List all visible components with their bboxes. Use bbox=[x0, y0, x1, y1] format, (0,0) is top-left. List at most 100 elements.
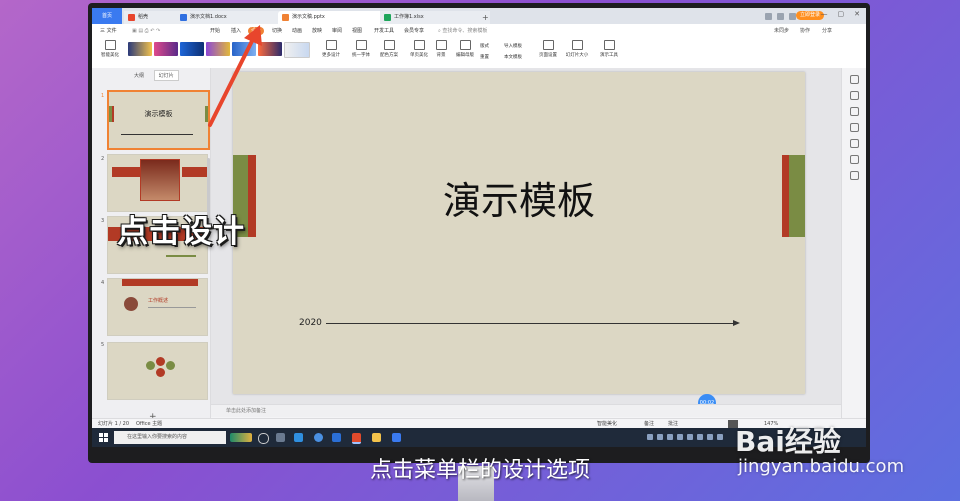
baidu-watermark-logo: Bai经验 bbox=[735, 425, 841, 458]
label: 单页美化 bbox=[410, 53, 428, 58]
windows-start-icon[interactable] bbox=[99, 433, 108, 442]
label: 配色方案 bbox=[380, 53, 398, 58]
help-icon[interactable] bbox=[850, 139, 859, 148]
chrome-icon[interactable] bbox=[314, 433, 323, 442]
tray-icon[interactable] bbox=[647, 434, 653, 440]
menu-slideshow[interactable]: 放映 bbox=[312, 27, 322, 35]
wps-icon[interactable] bbox=[352, 433, 361, 444]
format-button[interactable]: 版式 bbox=[480, 43, 489, 49]
store-icon[interactable] bbox=[332, 433, 341, 442]
right-toolbar bbox=[841, 68, 866, 418]
tab-label: 稻壳 bbox=[138, 14, 149, 20]
single-page-beautify-button[interactable]: 单页美化 bbox=[406, 40, 432, 58]
tab-excel-doc[interactable]: 工作簿1.xlsx bbox=[380, 11, 490, 24]
slide-thumb-4[interactable]: 工作概述 bbox=[107, 278, 208, 336]
app-icon[interactable] bbox=[392, 433, 401, 442]
tray-icon[interactable] bbox=[677, 434, 683, 440]
share-button[interactable]: 分享 bbox=[822, 27, 832, 35]
reset-button[interactable]: 重置 bbox=[480, 54, 489, 60]
new-tab-button[interactable]: + bbox=[482, 11, 492, 24]
cortana-icon[interactable] bbox=[258, 433, 269, 444]
avatar[interactable] bbox=[789, 12, 796, 20]
label: 智能美化 bbox=[101, 53, 119, 58]
tab-ppt-doc[interactable]: 演示文稿.pptx bbox=[278, 11, 388, 24]
presentation-tools-button[interactable]: 演示工具 bbox=[596, 40, 622, 58]
slide-year[interactable]: 2020 bbox=[299, 318, 322, 328]
close-button[interactable]: ✕ bbox=[854, 10, 860, 18]
timeline-line bbox=[326, 323, 738, 324]
edge-icon[interactable] bbox=[294, 433, 303, 442]
command-search[interactable]: ⌕ 查找命令、搜索模板 bbox=[438, 27, 487, 35]
thumb-photo bbox=[140, 159, 180, 201]
excel-icon bbox=[384, 14, 391, 21]
current-slide[interactable]: 演示模板 2020 bbox=[233, 72, 805, 394]
thumb-bar bbox=[112, 167, 140, 177]
thumb-line bbox=[166, 255, 196, 257]
adjust-icon[interactable] bbox=[850, 91, 859, 100]
grid-icon[interactable] bbox=[765, 12, 772, 20]
slide-thumb-5[interactable] bbox=[107, 342, 208, 400]
label: 编辑母版 bbox=[456, 53, 474, 58]
edit-master-button[interactable]: 编辑母版 bbox=[454, 40, 476, 58]
page-setup-button[interactable]: 页面设置 bbox=[536, 40, 560, 58]
slide-size-button[interactable]: 幻灯片大小 bbox=[562, 40, 592, 58]
slide-size-icon bbox=[571, 40, 583, 50]
settings-icon[interactable] bbox=[850, 171, 859, 180]
tray-icon[interactable] bbox=[707, 434, 713, 440]
label: 幻灯片大小 bbox=[565, 53, 589, 58]
background-icon bbox=[435, 40, 447, 50]
skin-icon[interactable] bbox=[777, 12, 784, 20]
tab-home[interactable]: 首页 bbox=[92, 8, 122, 24]
slide-number: 5 bbox=[101, 342, 105, 348]
property-icon[interactable] bbox=[850, 75, 859, 84]
collab-button[interactable]: 协作 bbox=[800, 27, 810, 35]
theme-thumb[interactable] bbox=[284, 42, 310, 58]
unify-font-button[interactable]: 统一字体 bbox=[348, 40, 374, 58]
animation-icon[interactable] bbox=[850, 107, 859, 116]
import-template-button[interactable]: 导入模板 bbox=[504, 43, 522, 49]
menu-animation[interactable]: 动画 bbox=[292, 27, 302, 35]
tray-icon[interactable] bbox=[717, 434, 723, 440]
taskbar-search-input[interactable]: 在这里输入你要搜索的内容 bbox=[114, 431, 226, 444]
background-button[interactable]: 背景 bbox=[432, 40, 450, 58]
header-icons bbox=[765, 11, 796, 21]
daoke-icon bbox=[128, 14, 135, 21]
slide-thumb-2[interactable] bbox=[107, 154, 208, 212]
tray-icon[interactable] bbox=[697, 434, 703, 440]
minimize-button[interactable]: — bbox=[821, 10, 828, 18]
tray-icon[interactable] bbox=[667, 434, 673, 440]
color-scheme-button[interactable]: 配色方案 bbox=[376, 40, 402, 58]
maximize-button[interactable]: ▢ bbox=[838, 10, 845, 18]
tab-outline[interactable]: 大纲 bbox=[130, 71, 148, 80]
more-design-button[interactable]: 更多设计 bbox=[318, 40, 344, 58]
menu-member[interactable]: 会员专享 bbox=[404, 27, 424, 35]
weather-icon[interactable] bbox=[230, 433, 252, 442]
search-icon: ⌕ bbox=[438, 28, 441, 34]
theme-thumb[interactable] bbox=[128, 42, 152, 56]
this-template-button[interactable]: 本文模板 bbox=[504, 54, 522, 60]
notes-pane[interactable]: 单击此处添加备注 bbox=[211, 404, 841, 417]
tray-icon[interactable] bbox=[657, 434, 663, 440]
slide-thumb-1[interactable]: 演示模板 bbox=[107, 90, 210, 150]
menu-developer[interactable]: 开发工具 bbox=[374, 27, 394, 35]
theme-thumb[interactable] bbox=[154, 42, 178, 56]
tab-label: 工作簿1.xlsx bbox=[394, 14, 424, 20]
tray-icon[interactable] bbox=[687, 434, 693, 440]
smart-beautify-button[interactable]: 智能美化 bbox=[98, 40, 122, 58]
pointer-arrow bbox=[208, 25, 262, 127]
menu-review[interactable]: 审阅 bbox=[332, 27, 342, 35]
copy-icon[interactable] bbox=[850, 123, 859, 132]
menu-transition[interactable]: 切换 bbox=[272, 27, 282, 35]
image-icon[interactable] bbox=[850, 155, 859, 164]
search-placeholder: 查找命令、搜索模板 bbox=[442, 28, 488, 34]
file-menu[interactable]: 三 文件 bbox=[100, 27, 117, 35]
task-view-icon[interactable] bbox=[276, 433, 285, 442]
tab-slides[interactable]: 幻灯片 bbox=[153, 70, 179, 81]
slide-title[interactable]: 演示模板 bbox=[233, 170, 805, 225]
unsynced-button[interactable]: 未同步 bbox=[774, 27, 789, 35]
menu-view[interactable]: 视图 bbox=[352, 27, 362, 35]
logo-pane bbox=[99, 438, 103, 442]
slide-number: 3 bbox=[101, 218, 105, 224]
folder-icon[interactable] bbox=[372, 433, 381, 442]
tutorial-caption: 点击设计 bbox=[117, 214, 245, 250]
